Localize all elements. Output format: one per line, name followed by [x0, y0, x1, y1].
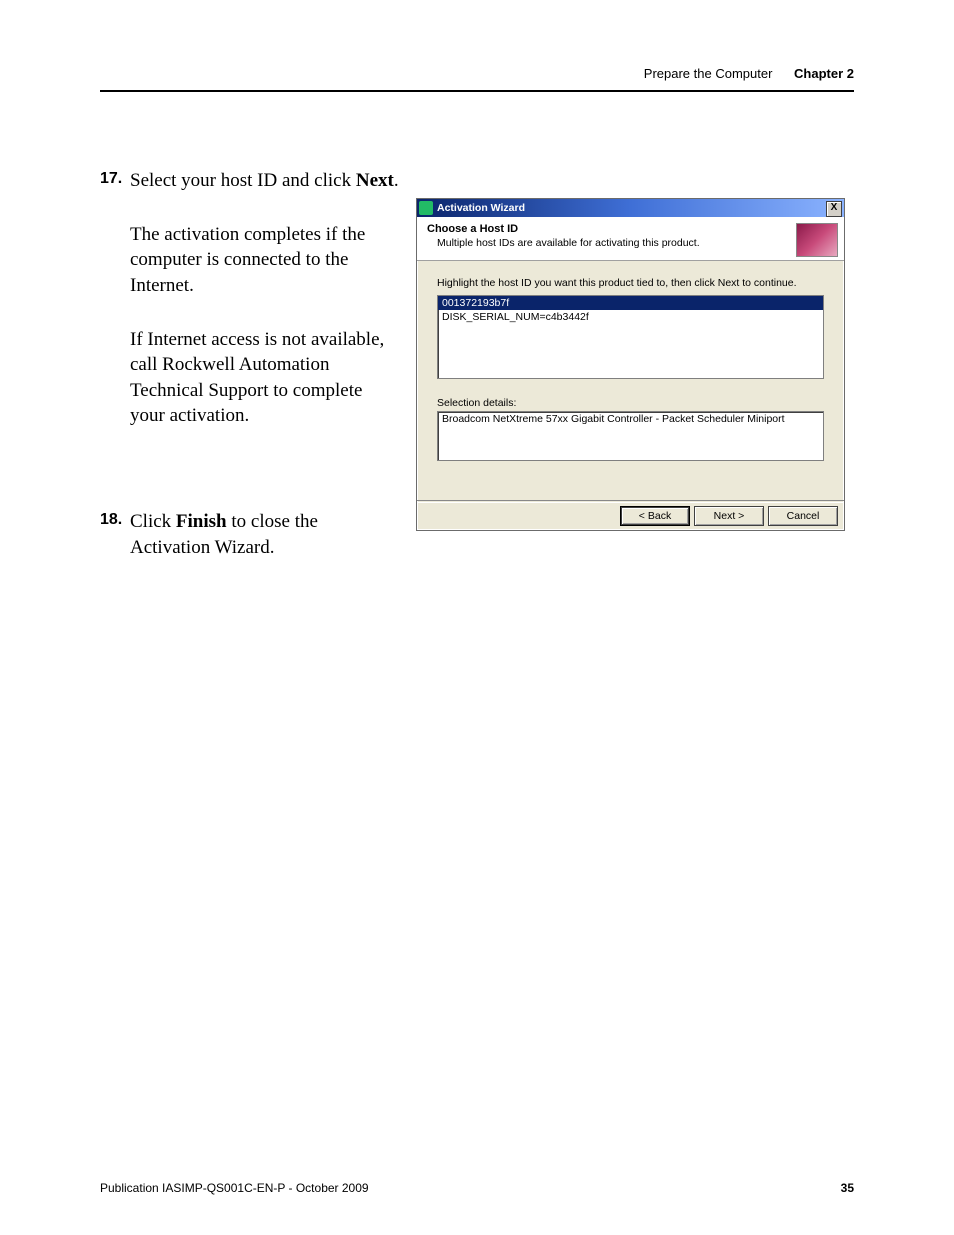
selection-details-value: Broadcom NetXtreme 57xx Gigabit Controll…	[442, 412, 819, 426]
wizard-icon	[419, 201, 433, 215]
cancel-button[interactable]: Cancel	[768, 506, 838, 526]
step-para: The activation completes if the computer…	[130, 222, 400, 299]
step-17: 17. Select your host ID and click Next. …	[100, 168, 400, 429]
selection-details-box: Broadcom NetXtreme 57xx Gigabit Controll…	[437, 411, 824, 461]
banner-title: Choose a Host ID	[427, 223, 796, 235]
header-section: Prepare the Computer	[644, 66, 773, 81]
body-text: 17. Select your host ID and click Next. …	[100, 168, 400, 580]
back-button[interactable]: < Back	[620, 506, 690, 526]
list-item[interactable]: DISK_SERIAL_NUM=c4b3442f	[438, 310, 823, 324]
dialog-banner: Choose a Host ID Multiple host IDs are a…	[417, 217, 844, 261]
dialog-titlebar[interactable]: Activation Wizard X	[417, 199, 844, 217]
header-chapter: Chapter 2	[794, 66, 854, 81]
dialog-instruction: Highlight the host ID you want this prod…	[437, 277, 824, 289]
page-footer: Publication IASIMP-QS001C-EN-P - October…	[100, 1181, 854, 1195]
dialog-title: Activation Wizard	[437, 202, 525, 214]
dialog-separator	[417, 500, 844, 502]
step-number: 17.	[100, 168, 122, 190]
step-line: Select your host ID and click Next.	[130, 168, 400, 194]
step-para: If Internet access is not available, cal…	[130, 327, 400, 430]
selection-details-label: Selection details:	[437, 397, 824, 409]
banner-subtitle: Multiple host IDs are available for acti…	[437, 237, 796, 249]
step-18: 18. Click Finish to close the Activation…	[100, 509, 400, 560]
next-button[interactable]: Next >	[694, 506, 764, 526]
step-line: Click Finish to close the Activation Wiz…	[130, 509, 400, 560]
list-item[interactable]: 001372193b7f	[438, 296, 823, 310]
publication-info: Publication IASIMP-QS001C-EN-P - October…	[100, 1181, 369, 1195]
host-id-listbox[interactable]: 001372193b7f DISK_SERIAL_NUM=c4b3442f	[437, 295, 824, 379]
header-rule	[100, 90, 854, 92]
close-icon[interactable]: X	[826, 201, 842, 217]
page-number: 35	[841, 1181, 854, 1195]
step-number: 18.	[100, 509, 122, 531]
page-header: Prepare the Computer Chapter 2	[100, 66, 854, 81]
banner-image-icon	[796, 223, 838, 257]
activation-wizard-dialog: Activation Wizard X Choose a Host ID Mul…	[416, 198, 845, 531]
